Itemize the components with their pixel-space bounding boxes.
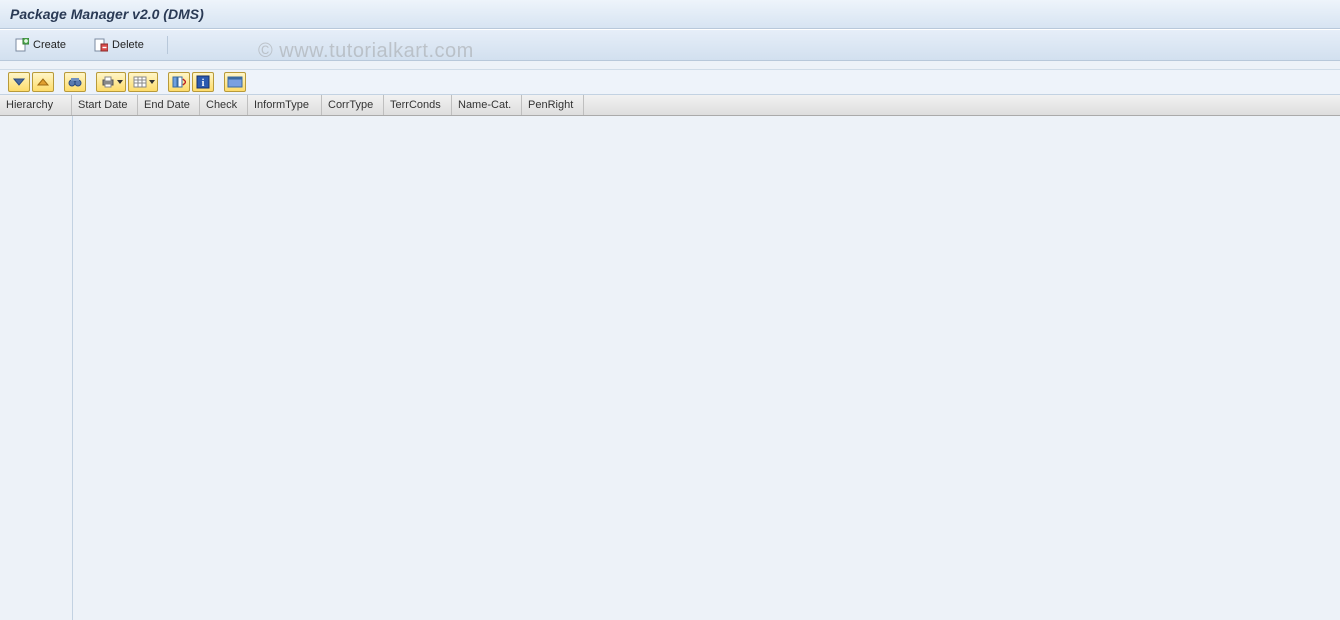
svg-text:i: i <box>202 78 205 89</box>
delete-button[interactable]: Delete <box>87 35 151 55</box>
hierarchy-pane[interactable] <box>0 116 73 620</box>
col-corrtype[interactable]: CorrType <box>322 95 384 115</box>
spacer <box>0 61 1340 70</box>
print-icon <box>101 76 115 88</box>
expand-all-icon <box>12 76 26 88</box>
grid-pane[interactable] <box>73 116 1340 620</box>
col-name-cat[interactable]: Name-Cat. <box>452 95 522 115</box>
alv-toolbar: i <box>0 70 1340 95</box>
print-button[interactable] <box>96 72 126 92</box>
collapse-all-button[interactable] <box>32 72 54 92</box>
column-config-button[interactable] <box>168 72 190 92</box>
title-bar: Package Manager v2.0 (DMS) <box>0 0 1340 29</box>
application-toolbar: Create Delete <box>0 29 1340 61</box>
separator <box>167 36 168 54</box>
col-informtype[interactable]: InformType <box>248 95 322 115</box>
info-button[interactable]: i <box>192 72 214 92</box>
columns-icon <box>172 76 186 88</box>
col-start-date[interactable]: Start Date <box>72 95 138 115</box>
fullscreen-icon <box>227 76 243 88</box>
create-label: Create <box>33 39 66 51</box>
column-headers: Hierarchy Start Date End Date Check Info… <box>0 95 1340 116</box>
dropdown-caret-icon <box>117 80 123 84</box>
create-icon <box>15 38 29 52</box>
collapse-all-icon <box>36 76 50 88</box>
binoculars-icon <box>68 75 82 89</box>
find-button[interactable] <box>64 72 86 92</box>
layout-icon <box>133 76 147 88</box>
col-penright[interactable]: PenRight <box>522 95 584 115</box>
window-title: Package Manager v2.0 (DMS) <box>10 6 204 22</box>
col-check[interactable]: Check <box>200 95 248 115</box>
app-root: Package Manager v2.0 (DMS) Create Delete <box>0 0 1340 620</box>
layout-button[interactable] <box>128 72 158 92</box>
expand-all-button[interactable] <box>8 72 30 92</box>
fullscreen-button[interactable] <box>224 72 246 92</box>
create-button[interactable]: Create <box>8 35 73 55</box>
dropdown-caret-icon <box>149 80 155 84</box>
info-icon: i <box>196 75 210 89</box>
col-end-date[interactable]: End Date <box>138 95 200 115</box>
col-terrconds[interactable]: TerrConds <box>384 95 452 115</box>
delete-icon <box>94 38 108 52</box>
content-area <box>0 116 1340 620</box>
col-hierarchy[interactable]: Hierarchy <box>0 95 72 115</box>
col-filler <box>584 95 1340 115</box>
delete-label: Delete <box>112 39 144 51</box>
